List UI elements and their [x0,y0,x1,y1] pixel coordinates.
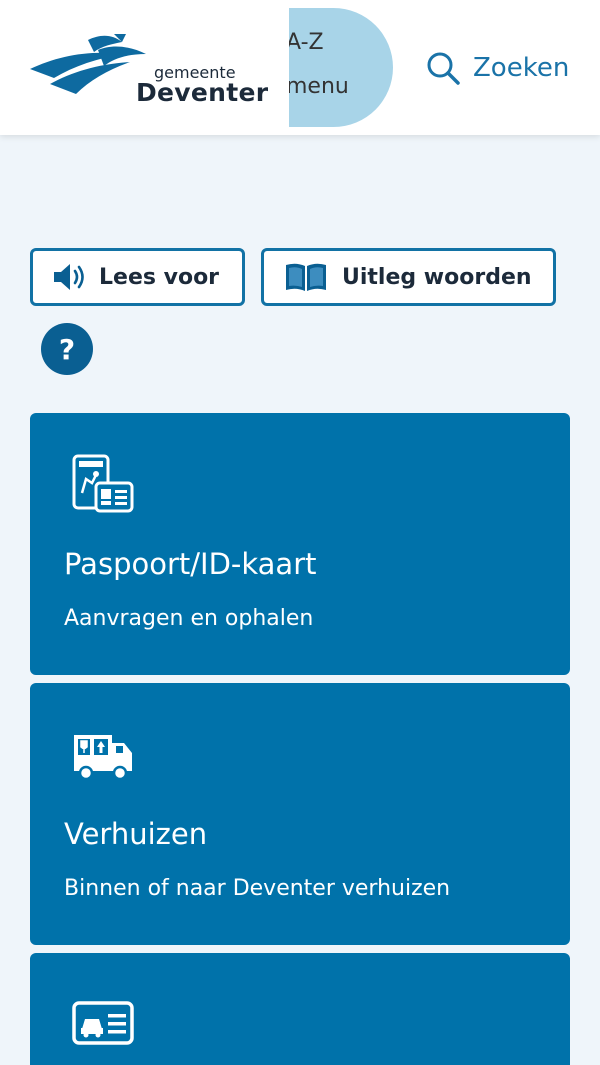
card-moving[interactable]: Verhuizen Binnen of naar Deventer verhui… [30,683,570,945]
card-subtitle: Aanvragen en ophalen [64,606,314,631]
driver-license-icon [72,1001,134,1045]
passport-id-icon [72,454,134,513]
speaker-icon [54,264,84,290]
search-label: Zoeken [473,53,570,83]
moving-truck-icon [74,735,132,781]
card-title: Verhuizen [64,817,208,851]
logo-text-deventer: Deventer [136,78,269,107]
card-passport-id[interactable]: Paspoort/ID-kaart Aanvragen en ophalen [30,413,570,675]
help-button[interactable]: ? [41,323,93,375]
question-icon: ? [58,332,76,366]
page: gemeente Deventer A-Z menu Zoeken Lees v… [0,0,600,1065]
deventer-logo-icon [30,34,146,94]
az-menu-label-line2: menu [289,74,349,99]
card-driver-license[interactable] [30,953,570,1065]
gemeente-deventer-logo[interactable]: gemeente Deventer [28,32,268,107]
az-menu-button[interactable]: A-Z menu [289,8,393,127]
site-header: gemeente Deventer A-Z menu Zoeken [0,0,600,135]
az-menu-label-line1: A-Z [289,30,324,55]
read-aloud-label: Lees voor [99,264,220,290]
read-aloud-button[interactable]: Lees voor [30,248,245,306]
explain-words-button[interactable]: Uitleg woorden [261,248,556,306]
book-icon [286,263,326,291]
search-button[interactable]: Zoeken [425,48,569,88]
card-title: Paspoort/ID-kaart [64,547,317,581]
explain-words-label: Uitleg woorden [342,264,532,290]
search-icon [427,52,460,85]
card-subtitle: Binnen of naar Deventer verhuizen [64,876,451,901]
